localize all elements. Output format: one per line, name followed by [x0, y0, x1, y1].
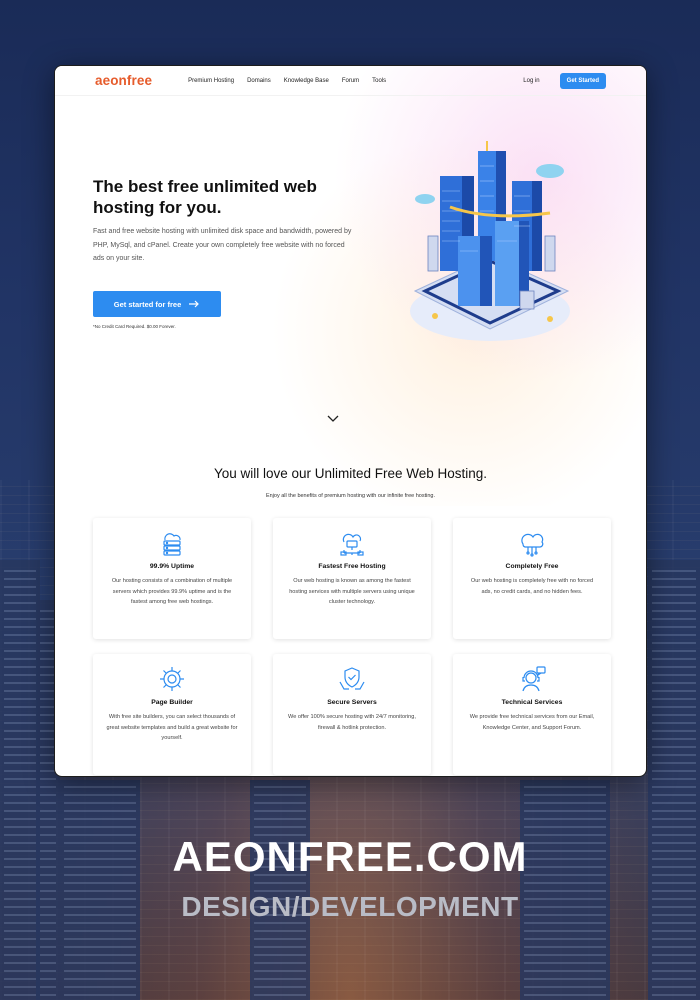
background-building [648, 560, 700, 1000]
cloud-network-icon [340, 533, 364, 556]
feature-card: Fastest Free Hosting Our web hosting is … [273, 518, 431, 639]
login-link[interactable]: Log in [523, 78, 539, 84]
nav-link-domains[interactable]: Domains [247, 78, 271, 84]
feature-text: Our hosting consists of a combination of… [111, 578, 233, 605]
nav-actions: Log in Get Started [523, 72, 606, 89]
background-building [520, 780, 610, 1000]
project-title: AEONFREE.COM [172, 833, 528, 880]
feature-card: Page Builder With free site builders, yo… [93, 654, 251, 775]
feature-title: Fastest Free Hosting [318, 563, 386, 570]
chevron-down-icon[interactable] [327, 414, 339, 424]
feature-card: Secure Servers We offer 100% secure host… [273, 654, 431, 775]
feature-text: We offer 100% secure hosting with 24/7 m… [288, 714, 416, 731]
get-started-free-button[interactable]: Get started for free [93, 291, 221, 317]
features-subtitle: Enjoy all the benefits of premium hostin… [265, 493, 436, 499]
project-subtitle: DESIGN/DEVELOPMENT [181, 891, 519, 922]
features-grid: 99.9% Uptime Our hosting consists of a c… [93, 518, 611, 775]
top-navigation: aeonfree Premium Hosting Domains Knowled… [55, 66, 646, 96]
logo[interactable]: aeonfree [95, 73, 152, 88]
feature-title: 99.9% Uptime [149, 563, 195, 570]
nav-link-tools[interactable]: Tools [372, 78, 386, 84]
shield-hands-icon [339, 667, 365, 690]
get-started-button[interactable]: Get Started [559, 72, 606, 89]
hero-title: The best free unlimited web hosting for … [93, 177, 317, 217]
feature-card: Technical Services We provide free techn… [453, 654, 611, 775]
background-building [250, 780, 310, 1000]
hero-note: *No Credit Card Required. $0.00 Forever. [93, 324, 176, 329]
feature-text: Our web hosting is known as among the fa… [289, 578, 415, 605]
website-screenshot-card: aeonfree Premium Hosting Domains Knowled… [54, 65, 647, 777]
nav-link-forum[interactable]: Forum [342, 78, 359, 84]
nav-links: Premium Hosting Domains Knowledge Base F… [188, 78, 386, 84]
feature-title: Page Builder [151, 699, 193, 706]
cloud-tree-icon [521, 533, 544, 557]
cloud-server-icon [163, 533, 181, 556]
nav-link-knowledge-base[interactable]: Knowledge Base [284, 78, 329, 84]
gear-icon [160, 667, 184, 691]
feature-card: 99.9% Uptime Our hosting consists of a c… [93, 518, 251, 639]
feature-text: Our web hosting is completely free with … [470, 578, 594, 595]
feature-title: Secure Servers [327, 699, 377, 706]
feature-title: Technical Services [501, 699, 563, 706]
feature-text: We provide free technical services from … [469, 714, 595, 731]
arrow-right-icon [189, 300, 200, 308]
isometric-city-illustration [410, 141, 570, 341]
feature-title: Completely Free [505, 563, 559, 570]
background-building [0, 560, 40, 1000]
feature-text: With free site builders, you can select … [106, 714, 238, 741]
feature-card: Completely Free Our web hosting is compl… [453, 518, 611, 639]
support-agent-icon [522, 666, 546, 692]
hero-button-label: Get started for free [113, 299, 182, 309]
hero-description: Fast and free website hosting with unlim… [93, 228, 352, 262]
nav-link-premium-hosting[interactable]: Premium Hosting [188, 78, 234, 84]
background-building [60, 780, 140, 1000]
features-title: You will love our Unlimited Free Web Hos… [213, 466, 488, 481]
